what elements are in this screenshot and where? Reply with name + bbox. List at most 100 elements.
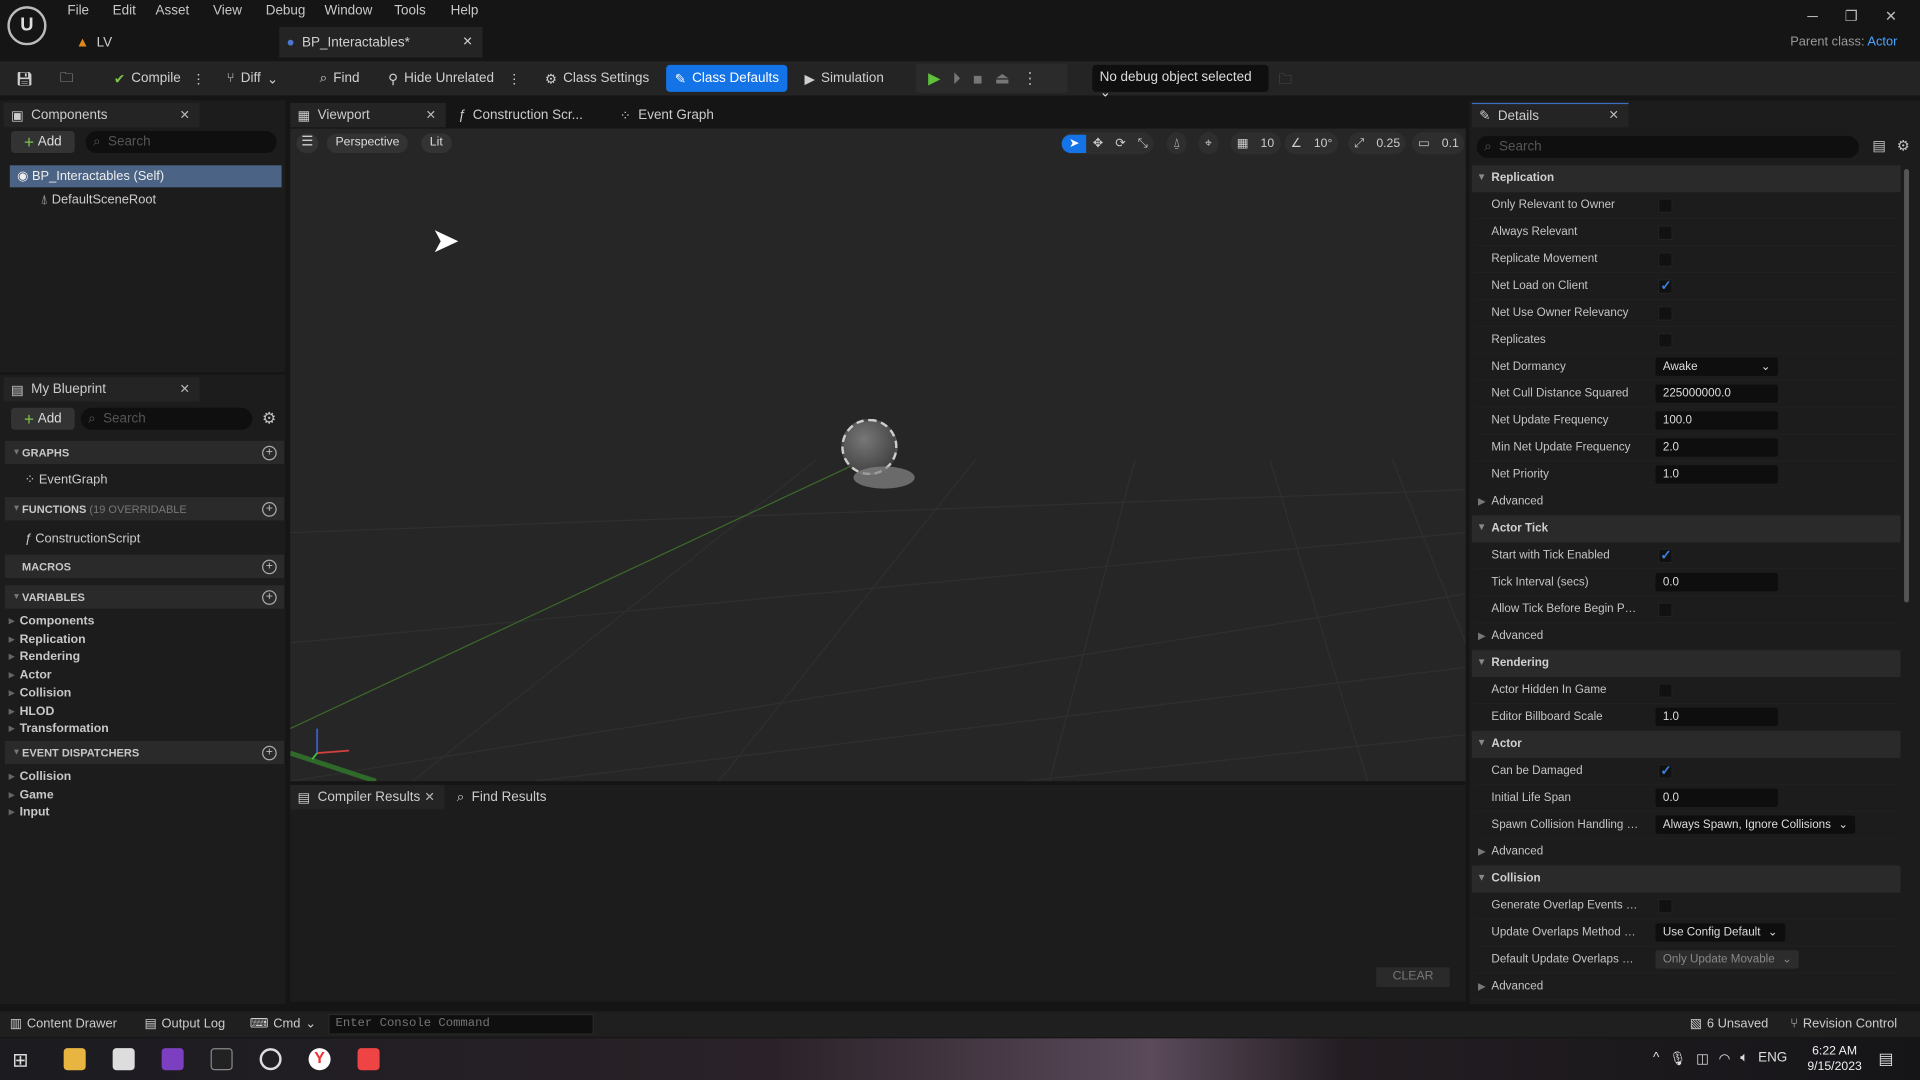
grid-snap[interactable]: ▦ 10 (1230, 132, 1281, 155)
notifications-icon[interactable]: ▤ (1878, 1049, 1893, 1069)
stop-icon[interactable]: ■ (973, 69, 983, 87)
variable-category[interactable]: HLOD (8, 705, 54, 718)
variable-category[interactable]: Rendering (8, 651, 80, 664)
rotate-icon[interactable]: ⟳ (1109, 137, 1132, 150)
perspective-button[interactable]: Perspective (326, 133, 409, 154)
camera-speed[interactable]: ▭ 0.1 (1411, 132, 1465, 155)
clock[interactable]: 6:22 AM 9/15/2023 (1807, 1043, 1861, 1075)
property-dropdown[interactable]: Awake ⌄ (1655, 357, 1778, 376)
unsaved-button[interactable]: ▧ 6 Unsaved (1690, 1016, 1769, 1031)
browse-button[interactable]: 🗀︎ (54, 66, 80, 90)
checkbox[interactable] (1657, 333, 1673, 348)
menu-view[interactable]: View (213, 4, 242, 19)
tab-components[interactable]: ▣ Components ✕ (3, 102, 200, 128)
section-functions[interactable]: ▼ FUNCTIONS (19 OVERRIDABLE + (4, 497, 285, 521)
microphone-icon[interactable]: 🎙︎ (1669, 1051, 1686, 1067)
debug-object-select[interactable]: No debug object selected ⌄ (1092, 64, 1269, 100)
graph-item[interactable]: ⁘ EventGraph (24, 473, 107, 488)
parent-class-value[interactable]: Actor (1867, 34, 1897, 49)
viewport[interactable]: ➤ ☰ Perspective Lit ➤ ✥ ⟳ ⤡ ⍙ ⌖ ▦ 10 ∠ 10° ⤢ 0… (290, 128, 1466, 782)
gear-icon[interactable]: ⚙ (1897, 137, 1910, 154)
blueprint-search-input[interactable] (103, 411, 253, 427)
console-command-input[interactable] (328, 1013, 594, 1035)
checkbox[interactable] (1657, 225, 1673, 241)
menu-window[interactable]: Window (324, 4, 372, 19)
tab-my-blueprint[interactable]: ▤ My Blueprint ✕ (3, 377, 200, 402)
class-settings-button[interactable]: ⚙ Class Settings (539, 66, 656, 90)
advanced-expander[interactable]: ▶ Advanced (1474, 489, 1898, 516)
unreal-engine-icon[interactable] (259, 1048, 282, 1071)
close-icon[interactable]: ✕ (1609, 109, 1619, 122)
volume-icon[interactable]: 🔈︎ (1740, 1051, 1748, 1067)
add-circle-icon[interactable]: + (262, 589, 277, 605)
gear-icon[interactable]: ⚙ (262, 409, 276, 429)
close-icon[interactable]: ✕ (426, 108, 436, 121)
world-local-icon[interactable]: ⌖ (1199, 137, 1218, 150)
tab-viewport[interactable]: ▦ Viewport ✕ (290, 102, 446, 128)
move-icon[interactable]: ✥ (1087, 137, 1110, 150)
property-input[interactable]: 225000000.0 (1655, 384, 1778, 403)
save-button[interactable]: 💾︎ (10, 66, 39, 90)
checkbox[interactable] (1657, 683, 1673, 698)
variable-category[interactable]: Components (9, 615, 95, 628)
surface-snap-icon[interactable]: ⍙ (1167, 137, 1187, 150)
advanced-expander[interactable]: ▶ Advanced (1474, 973, 1898, 1001)
store-icon[interactable] (112, 1048, 135, 1071)
wifi-icon[interactable]: ◠ (1719, 1051, 1731, 1067)
scale-snap[interactable]: ⤢ 0.25 (1348, 132, 1407, 155)
advanced-expander[interactable]: ▶ Advanced (1474, 839, 1898, 866)
property-input[interactable]: 0.0 (1655, 788, 1778, 807)
viewport-options-button[interactable]: ☰ (296, 133, 319, 154)
close-icon[interactable]: ✕ (462, 36, 472, 49)
property-matrix-icon[interactable]: ▤ (1872, 137, 1886, 154)
minimize-icon[interactable]: ─ (1807, 7, 1817, 24)
simulation-button[interactable]: ▶ Simulation (798, 66, 890, 90)
compile-button[interactable]: ✔ Compile ⋮ (108, 66, 212, 90)
details-section-collision[interactable]: ▼ Collision (1471, 865, 1901, 893)
more-icon[interactable]: ⋮ (192, 70, 205, 87)
app-c-icon[interactable] (357, 1048, 380, 1071)
variable-category[interactable]: Transformation (9, 723, 109, 736)
add-circle-icon[interactable]: + (262, 745, 277, 760)
step-icon[interactable]: ⏵ (953, 69, 961, 89)
add-member-button[interactable]: + Add (11, 407, 75, 430)
checkbox[interactable] (1657, 252, 1673, 267)
add-circle-icon[interactable]: + (262, 445, 277, 460)
close-icon[interactable]: ✕ (180, 383, 190, 396)
section-event-dispatchers[interactable]: ▼ EVENT DISPATCHERS + (4, 740, 285, 765)
unreal-logo-icon[interactable]: U (7, 6, 47, 46)
details-search-input[interactable] (1498, 139, 1859, 155)
content-drawer-button[interactable]: ▥ Content Drawer (10, 1016, 117, 1031)
language-indicator[interactable]: ENG (1758, 1051, 1787, 1067)
add-circle-icon[interactable]: + (262, 558, 277, 574)
details-section-rendering[interactable]: ▼ Rendering (1471, 650, 1901, 678)
tab-event-graph[interactable]: ⁘ Event Graph (620, 103, 714, 127)
component-item-self[interactable]: ◉ BP_Interactables (Self) (9, 165, 282, 188)
component-item-root[interactable]: ⍋ DefaultSceneRoot (40, 192, 156, 208)
class-defaults-button[interactable]: ✎ Class Defaults (666, 64, 788, 92)
epic-games-icon[interactable] (210, 1048, 233, 1071)
details-section-actor[interactable]: ▼ Actor (1471, 731, 1901, 758)
function-item[interactable]: ƒ ConstructionScript (24, 531, 140, 546)
restore-icon[interactable]: ❐ (1845, 7, 1858, 24)
details-section-replication[interactable]: ▼ Replication (1471, 165, 1901, 193)
more-icon[interactable]: ⋮ (1022, 69, 1038, 89)
tab-compiler-results[interactable]: ▤ Compiler Results ✕ (290, 784, 445, 810)
chevron-up-icon[interactable]: ^ (1653, 1051, 1659, 1067)
checkbox[interactable] (1657, 763, 1673, 779)
output-log-button[interactable]: ▤ Output Log (144, 1016, 225, 1031)
play-icon[interactable]: ▶ (928, 69, 940, 89)
property-input[interactable]: 2.0 (1655, 438, 1778, 457)
property-input[interactable]: 100.0 (1655, 411, 1778, 430)
checkbox[interactable] (1657, 898, 1673, 914)
checkbox[interactable] (1657, 278, 1673, 294)
close-window-icon[interactable]: ✕ (1885, 7, 1897, 24)
variable-category[interactable]: Collision (9, 687, 72, 700)
cmd-button[interactable]: ⌨ Cmd ⌄ (250, 1016, 316, 1031)
tab-find-results[interactable]: ⌕ Find Results (457, 785, 547, 809)
section-macros[interactable]: MACROS + (4, 554, 285, 578)
components-search-input[interactable] (107, 134, 277, 150)
menu-debug[interactable]: Debug (266, 4, 306, 19)
property-input[interactable]: 1.0 (1655, 465, 1778, 484)
yandex-browser-icon[interactable]: Y (308, 1048, 331, 1071)
